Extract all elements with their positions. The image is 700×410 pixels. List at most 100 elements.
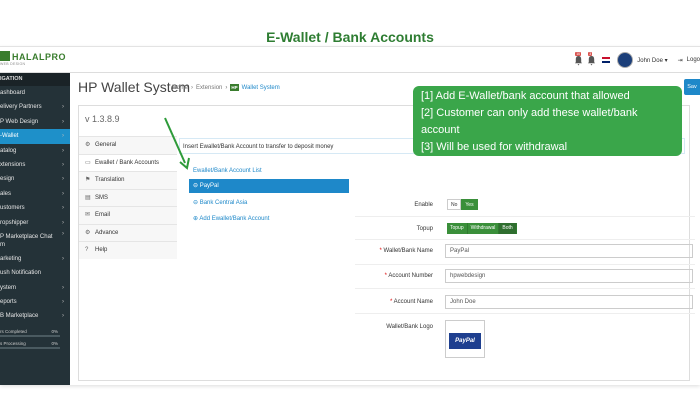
enable-toggle[interactable]: No Yes	[447, 199, 478, 210]
paypal-logo: PayPal	[449, 333, 481, 349]
crumb-extension[interactable]: Extension	[196, 85, 222, 91]
banner: E-Wallet / Bank Accounts	[0, 0, 700, 46]
sidebar-item[interactable]: ropshipper ›	[0, 216, 70, 230]
account-name-input[interactable]: John Doe	[445, 295, 693, 309]
logo-text: HALALPRO	[12, 52, 66, 62]
sidebar-item-label: P Web Design	[0, 118, 39, 125]
sidebar-item[interactable]: ystem ›	[0, 281, 70, 295]
version-label: v 1.3.8.9	[85, 114, 120, 124]
settings-menu-item[interactable]: ⚙ Advance	[79, 223, 177, 241]
crumb-home[interactable]: Home	[172, 85, 188, 91]
wallet-logo-label: Wallet/Bank Logo	[386, 324, 433, 330]
add-account-button[interactable]: ⊕ Add Ewallet/Bank Account	[189, 212, 349, 226]
sidebar-item-label: -Wallet	[0, 133, 19, 140]
sidebar-item[interactable]: arketing ›	[0, 252, 70, 266]
topbar: HALALPRO WEB DESIGN 10 3 John Doe ▾ ⇥ Lo…	[0, 47, 700, 73]
topup-mode-selector[interactable]: Topup Withdrawal Both	[447, 223, 517, 234]
settings-menu-item[interactable]: ✉ Email	[79, 206, 177, 224]
language-flag-icon[interactable]	[602, 57, 611, 63]
sidebar-item[interactable]: B Marketplace ›	[0, 309, 70, 323]
sidebar-item[interactable]: P Marketplace Chat m ›	[0, 230, 70, 252]
settings-menu-item[interactable]: ▭ Ewallet / Bank Accounts	[79, 153, 177, 171]
breadcrumb: Home › Extension › HP Wallet System	[172, 84, 280, 91]
sidebar-item-label: arketing	[0, 255, 22, 262]
progress-item: s Processing 0%	[0, 339, 70, 351]
logout-link[interactable]: Logo	[687, 57, 700, 63]
menu-label: Translation	[95, 177, 125, 183]
logo[interactable]: HALALPRO WEB DESIGN	[0, 51, 66, 66]
account-item-bca[interactable]: ⊖ Bank Central Asia	[189, 196, 349, 210]
user-menu[interactable]: John Doe ▾	[637, 57, 667, 64]
divider	[355, 216, 695, 217]
enable-no[interactable]: No	[447, 199, 462, 210]
logo-sub: WEB DESIGN	[0, 62, 26, 66]
sidebar: IGATION ashboard elivery Partners › P Web D…	[0, 73, 70, 385]
sidebar-item[interactable]: eports ›	[0, 295, 70, 309]
notification-badge: 10	[575, 51, 582, 56]
sidebar-item-label: ashboard	[0, 90, 26, 96]
chevron-right-icon: ›	[62, 104, 64, 111]
sidebar-item[interactable]: ush Notification	[0, 266, 70, 280]
wallet-logo-picker[interactable]: PayPal	[445, 320, 485, 358]
settings-menu-item[interactable]: ▤ SMS	[79, 188, 177, 206]
account-name-label: * Account Name	[353, 299, 433, 305]
callout-line: [3] Will be used for withdrawal	[421, 141, 568, 153]
enable-label: Enable	[414, 202, 433, 208]
sidebar-item[interactable]: esign ›	[0, 172, 70, 186]
menu-icon: ⚙	[85, 229, 91, 236]
sidebar-item-label: ropshipper	[0, 219, 29, 226]
menu-icon: ▤	[85, 194, 91, 201]
chevron-right-icon: ›	[62, 284, 64, 291]
logout-icon[interactable]: ⇥	[678, 57, 683, 64]
sidebar-item-label: xtensions	[0, 161, 26, 168]
sidebar-item[interactable]: -Wallet ›	[0, 129, 70, 144]
crumb-current[interactable]: Wallet System	[242, 85, 280, 91]
divider	[355, 288, 695, 289]
chevron-right-icon: ›	[62, 118, 64, 125]
account-list-title[interactable]: Ewallet/Bank Account List	[193, 168, 262, 174]
menu-icon: ?	[85, 247, 89, 253]
sidebar-item[interactable]: xtensions ›	[0, 158, 70, 172]
sidebar-item-label: elivery Partners	[0, 104, 42, 111]
sidebar-item-label: ustomers	[0, 205, 25, 212]
callout-line: [2] Customer can only add these wallet/b…	[421, 107, 638, 136]
topup-label: Topup	[416, 226, 433, 232]
bell-icon[interactable]: 10	[574, 51, 583, 66]
settings-menu-item[interactable]: ? Help	[79, 241, 177, 259]
menu-icon: ⚑	[85, 177, 91, 183]
account-item-paypal[interactable]: ⊖ PayPal	[189, 179, 349, 193]
account-number-input[interactable]: hpwebdesign	[445, 269, 693, 283]
settings-menu-item[interactable]: ⚑ Translation	[79, 171, 177, 189]
sidebar-item-label: B Marketplace	[0, 313, 39, 320]
both-option[interactable]: Both	[499, 223, 517, 234]
sidebar-item[interactable]: atalog ›	[0, 144, 70, 158]
sidebar-item[interactable]: ustomers ›	[0, 201, 70, 215]
chevron-right-icon: ›	[62, 161, 64, 168]
divider	[355, 313, 695, 314]
bell-icon[interactable]: 3	[587, 51, 596, 66]
enable-yes[interactable]: Yes	[461, 199, 478, 210]
settings-menu-item[interactable]: ⚙ General	[79, 136, 177, 154]
sidebar-item-label: P Marketplace Chat m	[0, 233, 53, 248]
avatar[interactable]	[617, 52, 634, 68]
save-button[interactable]: Sav	[684, 79, 700, 95]
menu-label: SMS	[95, 194, 109, 201]
sidebar-item[interactable]: ashboard	[0, 86, 70, 100]
progress-label: s Processing	[0, 340, 26, 346]
account-name-label-text: Account Name	[393, 299, 433, 305]
menu-label: Advance	[95, 229, 119, 236]
sidebar-item-label: eports	[0, 299, 17, 306]
progress-bar	[0, 346, 60, 349]
sidebar-item-label: atalog	[0, 147, 17, 154]
withdrawal-option[interactable]: Withdrawal	[467, 223, 500, 234]
topup-option[interactable]: Topup	[447, 223, 468, 234]
sidebar-item[interactable]: elivery Partners ›	[0, 100, 70, 114]
sidebar-item-label: ush Notification	[0, 270, 42, 277]
progress-percent: 0%	[51, 340, 58, 346]
sidebar-item-label: ales	[0, 190, 12, 197]
sidebar-item[interactable]: ales ›	[0, 187, 70, 201]
callout-line: [1] Add E-Wallet/bank account that allow…	[421, 90, 630, 102]
sidebar-item[interactable]: P Web Design ›	[0, 115, 70, 129]
sidebar-heading: IGATION	[0, 73, 70, 86]
wallet-name-input[interactable]: PayPal	[445, 244, 693, 258]
